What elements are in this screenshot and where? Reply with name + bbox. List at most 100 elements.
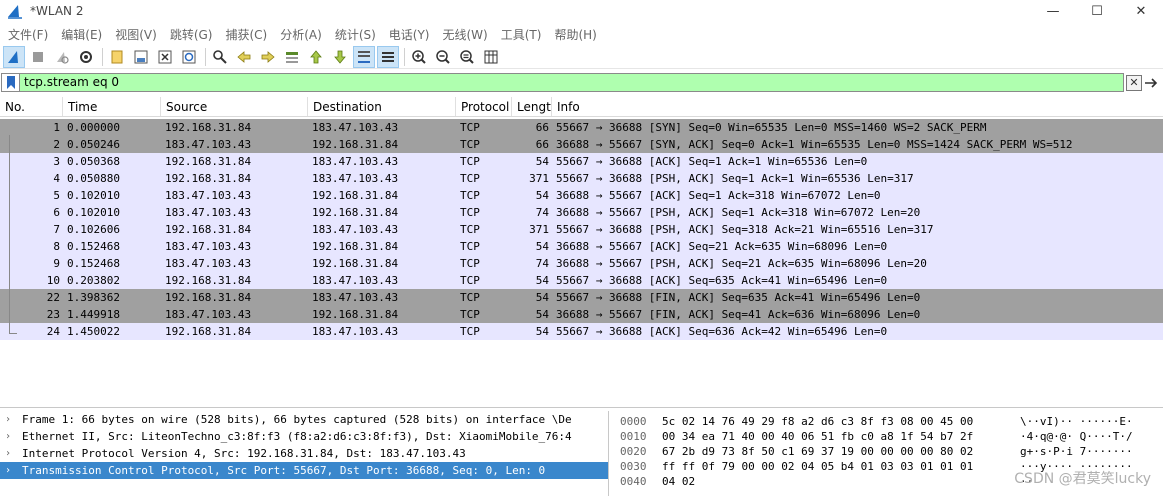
menu-view[interactable]: 视图(V) [109, 26, 163, 43]
close-file-icon[interactable] [154, 46, 176, 68]
packet-row[interactable]: 10 0.203802 192.168.31.84 183.47.103.43 TCP 5… [0, 272, 1163, 289]
hex-bytes: 00 34 ea 71 40 00 40 06 51 fb c0 a8 1f 5… [662, 430, 974, 443]
chevron-right-icon[interactable]: › [0, 448, 16, 459]
packet-source: 183.47.103.43 [165, 240, 252, 253]
packet-info: 55667 → 36688 [FIN, ACK] Seq=635 Ack=41 … [556, 291, 921, 304]
packet-row[interactable]: 7 0.102606 192.168.31.84 183.47.103.43 TCP 37… [0, 221, 1163, 238]
detail-tree-item[interactable]: › Ethernet II, Src: LiteonTechno_c3:8f:f3… [0, 428, 608, 445]
minimize-button[interactable]: — [1031, 0, 1075, 22]
packet-row[interactable]: 2 0.050246 183.47.103.43 192.168.31.84 TCP 66… [0, 136, 1163, 153]
packet-row[interactable]: 9 0.152468 183.47.103.43 192.168.31.84 TCP 74… [0, 255, 1163, 272]
save-file-icon[interactable] [130, 46, 152, 68]
packet-length: 54 [535, 240, 549, 253]
detail-tree-item[interactable]: › Internet Protocol Version 4, Src: 192.1… [0, 445, 608, 462]
packet-row[interactable]: 23 1.449918 183.47.103.43 192.168.31.84 TCP 5… [0, 306, 1163, 323]
packet-protocol: TCP [460, 155, 480, 168]
packet-row[interactable]: 3 0.050368 192.168.31.84 183.47.103.43 TCP 54… [0, 153, 1163, 170]
menu-tools[interactable]: 工具(T) [495, 26, 548, 43]
detail-tree-label: Transmission Control Protocol, Src Port:… [22, 464, 546, 477]
zoom-out-icon[interactable] [432, 46, 454, 68]
column-header-length[interactable]: Length [512, 97, 552, 116]
menu-wireless[interactable]: 无线(W) [437, 26, 494, 43]
packet-destination: 183.47.103.43 [312, 172, 399, 185]
detail-tree-item[interactable]: › Transmission Control Protocol, Src Port… [0, 462, 608, 479]
zoom-in-icon[interactable] [408, 46, 430, 68]
detail-tree-item[interactable]: › Frame 1: 66 bytes on wire (528 bits), 6… [0, 411, 608, 428]
menu-telephony[interactable]: 电话(Y) [383, 26, 436, 43]
hex-dump-row[interactable]: 0010 00 34 ea 71 40 00 40 06 51 fb c0 a8 … [612, 429, 1163, 444]
packet-length: 371 [529, 172, 549, 185]
column-header-info[interactable]: Info [552, 97, 1163, 116]
column-header-protocol[interactable]: Protocol [456, 97, 512, 116]
column-header-source[interactable]: Source [161, 97, 308, 116]
packet-info: 36688 → 55667 [PSH, ACK] Seq=1 Ack=318 W… [556, 206, 921, 219]
chevron-right-icon[interactable]: › [0, 414, 16, 425]
menu-help[interactable]: 帮助(H) [548, 26, 602, 43]
packet-time: 0.050368 [67, 155, 120, 168]
packet-source: 192.168.31.84 [165, 172, 252, 185]
packet-time: 0.050880 [67, 172, 120, 185]
menu-go[interactable]: 跳转(G) [164, 26, 219, 43]
packet-protocol: TCP [460, 240, 480, 253]
packet-length: 54 [535, 308, 549, 321]
last-packet-icon[interactable] [329, 46, 351, 68]
packet-row[interactable]: 22 1.398362 192.168.31.84 183.47.103.43 TCP 5… [0, 289, 1163, 306]
restart-icon[interactable] [51, 46, 73, 68]
menu-bar: 文件(F) 编辑(E) 视图(V) 跳转(G) 捕获(C) 分析(A) 统计(S… [0, 24, 604, 44]
clear-filter-button[interactable]: ✕ [1126, 74, 1142, 91]
ascii-bytes: g+·s·P·i 7······· [1020, 445, 1133, 458]
chevron-right-icon[interactable]: › [0, 431, 16, 442]
packet-info: 55667 → 36688 [ACK] Seq=636 Ack=42 Win=6… [556, 325, 888, 338]
menu-file[interactable]: 文件(F) [2, 26, 54, 43]
close-window-button[interactable]: ✕ [1119, 0, 1163, 22]
menu-edit[interactable]: 编辑(E) [55, 26, 108, 43]
hex-dump-row[interactable]: 0020 67 2b d9 73 8f 50 c1 69 37 19 00 00 … [612, 444, 1163, 459]
go-forward-icon[interactable] [257, 46, 279, 68]
find-icon[interactable] [209, 46, 231, 68]
watermark: CSDN @君莫笑lucky [1014, 471, 1151, 487]
packet-info: 36688 → 55667 [SYN, ACK] Seq=0 Ack=1 Win… [556, 138, 1073, 151]
packet-source: 183.47.103.43 [165, 257, 252, 270]
menu-capture[interactable]: 捕获(C) [219, 26, 273, 43]
packet-row[interactable]: 24 1.450022 192.168.31.84 183.47.103.43 TCP 5… [0, 323, 1163, 340]
stop-icon[interactable] [27, 46, 49, 68]
ascii-bytes: \··vI)·· ······E· [1020, 415, 1133, 428]
column-header-time[interactable]: Time [63, 97, 161, 116]
packet-row[interactable]: 1 0.000000 192.168.31.84 183.47.103.43 TCP 66… [0, 119, 1163, 136]
hex-bytes: ff ff 0f 79 00 00 02 04 05 b4 01 03 03 0… [662, 460, 974, 473]
menu-analyze[interactable]: 分析(A) [274, 26, 328, 43]
first-packet-icon[interactable] [305, 46, 327, 68]
toolbar-separator [102, 47, 103, 66]
apply-filter-arrow-icon[interactable] [1143, 75, 1161, 91]
maximize-button[interactable]: ☐ [1075, 0, 1119, 22]
display-filter-input[interactable]: tcp.stream eq 0 [19, 73, 1124, 92]
colorize-icon[interactable] [377, 45, 399, 68]
menu-statistics[interactable]: 统计(S) [329, 26, 382, 43]
packet-time: 0.102010 [67, 189, 120, 202]
packet-destination: 183.47.103.43 [312, 274, 399, 287]
resize-columns-icon[interactable] [480, 46, 502, 68]
column-header-destination[interactable]: Destination [308, 97, 456, 116]
zoom-normal-icon[interactable] [456, 46, 478, 68]
hex-bytes: 5c 02 14 76 49 29 f8 a2 d6 c3 8f f3 08 0… [662, 415, 974, 428]
packet-protocol: TCP [460, 325, 480, 338]
chevron-right-icon[interactable]: › [0, 465, 16, 476]
packet-row[interactable]: 6 0.102010 183.47.103.43 192.168.31.84 TCP 74… [0, 204, 1163, 221]
open-file-icon[interactable] [106, 46, 128, 68]
go-to-packet-icon[interactable] [281, 46, 303, 68]
packet-source: 192.168.31.84 [165, 155, 252, 168]
shark-fin-start-icon[interactable] [3, 45, 25, 68]
packet-row[interactable]: 4 0.050880 192.168.31.84 183.47.103.43 TCP 37… [0, 170, 1163, 187]
hex-dump-row[interactable]: 0000 5c 02 14 76 49 29 f8 a2 d6 c3 8f f3 … [612, 414, 1163, 429]
options-gear-icon[interactable] [75, 46, 97, 68]
packet-list-header: No. Time Source Destination Protocol Len… [0, 97, 1163, 117]
packet-row[interactable]: 8 0.152468 183.47.103.43 192.168.31.84 TCP 54… [0, 238, 1163, 255]
display-filter-bar: tcp.stream eq 0 ✕ [1, 73, 1162, 92]
auto-scroll-icon[interactable] [353, 45, 375, 68]
go-back-icon[interactable] [233, 46, 255, 68]
packet-row[interactable]: 5 0.102010 183.47.103.43 192.168.31.84 TCP 54… [0, 187, 1163, 204]
reload-icon[interactable] [178, 46, 200, 68]
column-header-no[interactable]: No. [0, 97, 63, 116]
hex-offset: 0010 [620, 430, 647, 443]
bookmark-icon[interactable] [1, 73, 19, 92]
